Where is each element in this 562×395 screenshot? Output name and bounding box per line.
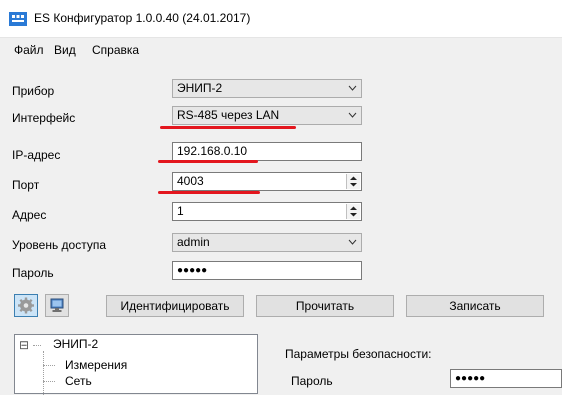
address-label: Адрес [12, 208, 47, 222]
security-password-value: ●●●●● [455, 373, 486, 384]
tree-connector [43, 365, 55, 367]
security-password-input[interactable]: ●●●●● [450, 369, 562, 388]
menu-help[interactable]: Справка [92, 43, 139, 57]
device-select[interactable]: ЭНИП-2 [172, 79, 362, 98]
tree-item-measurements[interactable]: Измерения [65, 358, 127, 372]
tree-expand-icon[interactable]: ⊟ [19, 338, 29, 352]
identify-button[interactable]: Идентифицировать [106, 295, 244, 317]
menu-file[interactable]: Файл [14, 43, 44, 57]
device-label: Прибор [12, 84, 55, 98]
tree-connector [43, 351, 45, 395]
access-label: Уровень доступа [12, 238, 107, 252]
window-title: ES Конфигуратор 1.0.0.40 (24.01.2017) [34, 11, 251, 25]
chevron-down-icon [348, 239, 357, 245]
device-value: ЭНИП-2 [177, 81, 223, 95]
app-icon [9, 12, 27, 26]
device-tree[interactable]: ⊟ ЭНИП-2 Измерения Сеть [14, 334, 258, 395]
ip-value: 192.168.0.10 [177, 144, 248, 158]
annotation-underline-ip [158, 160, 258, 163]
menu-view[interactable]: Вид [54, 43, 76, 57]
ip-label: IP-адрес [12, 148, 61, 162]
address-stepper[interactable]: 1 [172, 202, 362, 221]
security-title: Параметры безопасности: [285, 347, 432, 361]
interface-select[interactable]: RS-485 через LAN [172, 106, 362, 125]
ip-input[interactable]: 192.168.0.10 [172, 142, 362, 161]
settings-button[interactable] [14, 294, 38, 317]
spinner-arrows-icon[interactable] [346, 204, 360, 219]
read-button[interactable]: Прочитать [256, 295, 394, 317]
menu-bar: Файл Вид Справка [0, 38, 562, 62]
tree-connector [43, 381, 55, 383]
port-stepper[interactable]: 4003 [172, 172, 362, 191]
chevron-down-icon [348, 85, 357, 91]
tree-connector [33, 345, 41, 347]
annotation-underline-interface [160, 126, 296, 129]
port-value: 4003 [177, 174, 204, 188]
security-password-label: Пароль [291, 374, 333, 388]
interface-value: RS-485 через LAN [177, 108, 280, 122]
address-value: 1 [177, 204, 184, 218]
port-label: Порт [12, 178, 40, 192]
access-value: admin [177, 235, 210, 249]
monitor-icon [50, 298, 64, 312]
password-input[interactable]: ●●●●● [172, 261, 362, 280]
interface-label: Интерфейс [12, 111, 76, 125]
spinner-arrows-icon[interactable] [346, 174, 360, 189]
write-button[interactable]: Записать [406, 295, 544, 317]
password-label: Пароль [12, 266, 54, 280]
chevron-down-icon [348, 112, 357, 118]
tree-item-network[interactable]: Сеть [65, 374, 92, 388]
annotation-underline-port [158, 191, 260, 194]
password-value: ●●●●● [177, 265, 208, 276]
title-bar: ES Конфигуратор 1.0.0.40 (24.01.2017) [0, 0, 562, 38]
access-select[interactable]: admin [172, 233, 362, 252]
monitor-button[interactable] [45, 294, 69, 317]
tree-item-root[interactable]: ЭНИП-2 [53, 337, 98, 351]
gear-icon [18, 297, 34, 314]
